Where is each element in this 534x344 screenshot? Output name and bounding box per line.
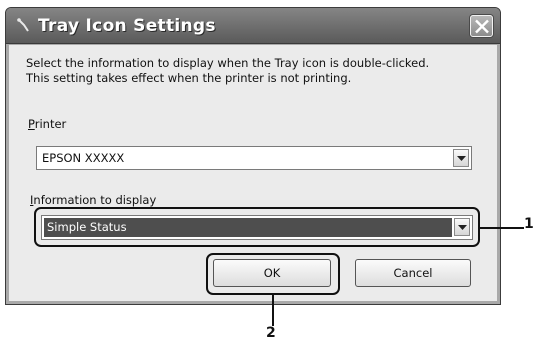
information-dropdown-value: Simple Status [47,220,127,234]
printer-label-accesskey: P [28,117,35,131]
cancel-button[interactable]: Cancel [355,259,471,287]
information-to-display-label: Information to display [30,193,156,207]
information-dropdown-button[interactable] [454,218,470,236]
printer-label: Printer [28,117,66,131]
printer-dropdown-value: EPSON XXXXX [42,151,125,165]
callout-2-leader-line [272,295,274,326]
callout-1-number: 1 [524,216,534,232]
ok-button[interactable]: OK [213,259,331,287]
title-bar[interactable]: Tray Icon Settings [6,8,500,44]
close-button[interactable] [470,15,493,37]
chevron-down-icon [458,225,467,230]
callout-2-number: 2 [266,325,276,341]
callout-1-leader-line [480,227,524,229]
information-label-text: nformation to display [33,193,157,207]
chevron-down-icon [457,156,466,161]
printer-dropdown[interactable]: EPSON XXXXX [36,146,472,170]
printer-label-text: rinter [34,117,67,131]
window-title: Tray Icon Settings [38,16,216,36]
screenshot-stage: Tray Icon Settings Select the informatio… [0,0,534,344]
description-text: Select the information to display when t… [26,56,430,85]
information-to-display-dropdown[interactable]: Simple Status [41,215,473,240]
printer-dropdown-button[interactable] [453,149,469,167]
tray-icon [16,17,32,33]
